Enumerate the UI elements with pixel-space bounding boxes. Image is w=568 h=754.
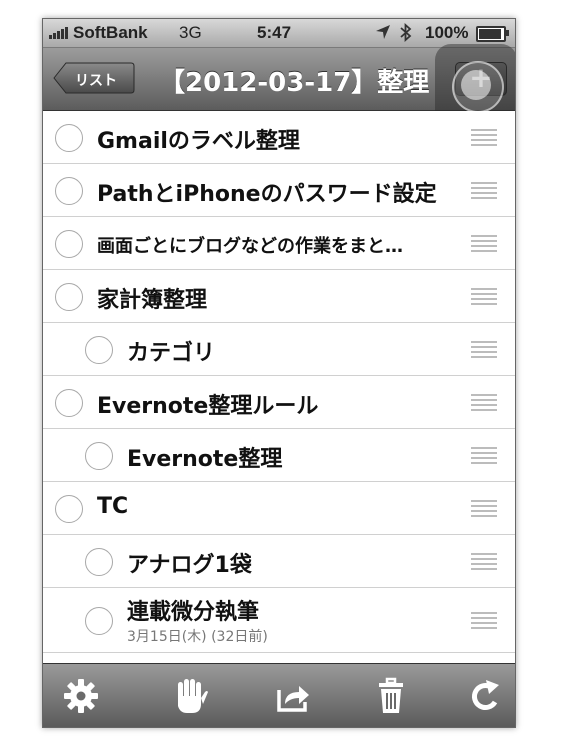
carrier-name: SoftBank bbox=[73, 23, 148, 42]
task-row[interactable]: 家計簿整理 bbox=[43, 270, 515, 323]
reorder-handle-icon[interactable] bbox=[471, 288, 497, 305]
battery-percent: 100% bbox=[425, 23, 469, 42]
task-checkbox[interactable] bbox=[55, 495, 83, 523]
reorder-handle-icon[interactable] bbox=[471, 341, 497, 358]
task-due-date: 3月15日(木) (32日前) bbox=[127, 629, 268, 645]
task-row[interactable]: TC bbox=[43, 482, 515, 535]
task-row[interactable]: Evernote整理 bbox=[43, 429, 515, 482]
reorder-handle-icon[interactable] bbox=[471, 612, 497, 629]
task-checkbox[interactable] bbox=[55, 124, 83, 152]
task-row[interactable]: カテゴリ bbox=[43, 323, 515, 376]
task-label: Gmailのラベル整理 bbox=[97, 129, 300, 154]
task-label: 家計簿整理 bbox=[97, 288, 208, 313]
bluetooth-icon bbox=[400, 23, 412, 42]
task-row[interactable]: Gmailのラベル整理 bbox=[43, 111, 515, 164]
reorder-handle-icon[interactable] bbox=[471, 129, 497, 146]
back-button-label: リスト bbox=[75, 73, 117, 89]
task-list: Gmailのラベル整理 PathとiPhoneのパスワード設定画面ごとにブログなど… bbox=[43, 111, 515, 653]
task-label: アナログ1袋 bbox=[127, 553, 252, 578]
reorder-handle-icon[interactable] bbox=[471, 500, 497, 517]
back-button[interactable]: リスト bbox=[53, 62, 135, 94]
battery-icon bbox=[476, 26, 509, 42]
task-row[interactable]: 連載微分執筆 3月15日(木) (32日前) bbox=[43, 588, 515, 653]
task-row[interactable]: PathとiPhoneのパスワード設定 bbox=[43, 164, 515, 217]
hand-icon[interactable] bbox=[171, 676, 211, 716]
task-checkbox[interactable] bbox=[85, 442, 113, 470]
task-row[interactable]: アナログ1袋 bbox=[43, 535, 515, 588]
task-row[interactable]: 画面ごとにブログなどの作業をまと… bbox=[43, 217, 515, 270]
reorder-handle-icon[interactable] bbox=[471, 553, 497, 570]
task-checkbox[interactable] bbox=[85, 607, 113, 635]
task-checkbox[interactable] bbox=[55, 177, 83, 205]
task-row[interactable]: Evernote整理ルール bbox=[43, 376, 515, 429]
page-title: 【2012-03-17】整理 bbox=[159, 68, 430, 98]
task-checkbox[interactable] bbox=[55, 283, 83, 311]
battery-fill bbox=[479, 29, 501, 39]
network-type: 3G bbox=[179, 23, 202, 42]
task-checkbox[interactable] bbox=[55, 230, 83, 258]
phone-screen: SoftBank 3G 5:47 100% リスト 【2012-03-17】整理… bbox=[42, 18, 516, 728]
task-label: PathとiPhoneのパスワード設定 bbox=[97, 182, 437, 207]
status-bar: SoftBank 3G 5:47 100% bbox=[43, 19, 515, 48]
task-checkbox[interactable] bbox=[55, 389, 83, 417]
reorder-handle-icon[interactable] bbox=[471, 182, 497, 199]
bottom-toolbar bbox=[43, 663, 515, 727]
clock: 5:47 bbox=[257, 23, 292, 42]
trash-icon[interactable] bbox=[371, 676, 411, 716]
task-checkbox[interactable] bbox=[85, 336, 113, 364]
reorder-handle-icon[interactable] bbox=[471, 394, 497, 411]
task-label: Evernote整理ルール bbox=[97, 394, 319, 419]
navigation-bar: リスト 【2012-03-17】整理 + bbox=[43, 44, 515, 126]
signal-bars-icon bbox=[49, 27, 68, 39]
assistive-touch-dot bbox=[461, 70, 491, 100]
reorder-handle-icon[interactable] bbox=[471, 447, 497, 464]
refresh-icon[interactable] bbox=[465, 676, 505, 716]
task-label: TC bbox=[97, 494, 129, 519]
task-checkbox[interactable] bbox=[85, 548, 113, 576]
reorder-handle-icon[interactable] bbox=[471, 235, 497, 252]
task-label: カテゴリ bbox=[127, 341, 216, 366]
share-icon[interactable] bbox=[273, 676, 313, 716]
task-label: Evernote整理 bbox=[127, 447, 283, 472]
location-arrow-icon bbox=[376, 25, 390, 39]
task-label: 連載微分執筆 bbox=[127, 600, 260, 625]
gear-icon[interactable] bbox=[61, 676, 101, 716]
task-label: 画面ごとにブログなどの作業をまと… bbox=[97, 236, 403, 257]
